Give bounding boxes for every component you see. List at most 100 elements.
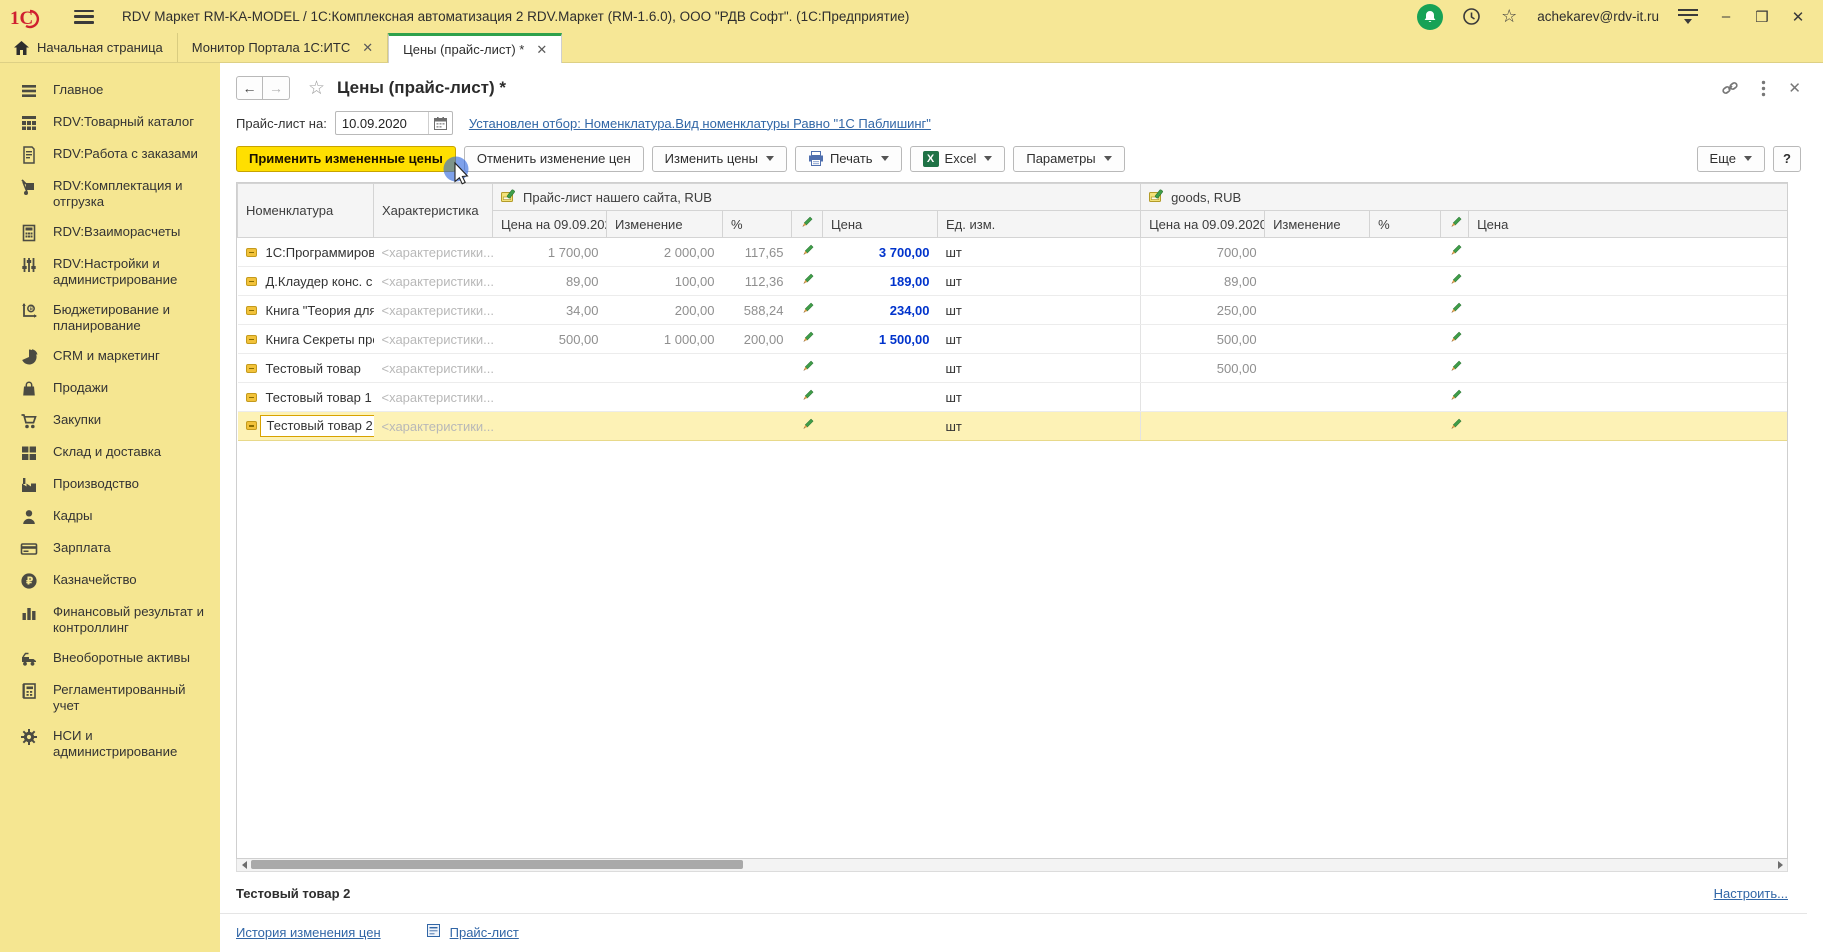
pencil-icon[interactable] <box>801 273 814 286</box>
table-row[interactable]: Книга Секреты проф...<характеристики...5… <box>238 325 1789 354</box>
cell-goods-price[interactable] <box>1469 238 1788 267</box>
help-button[interactable]: ? <box>1773 146 1801 172</box>
cell-site-price[interactable] <box>823 412 938 441</box>
cell-goods-old-price[interactable]: 700,00 <box>1141 238 1265 267</box>
cell-unit[interactable]: шт <box>938 296 1141 325</box>
cell-goods-price[interactable] <box>1469 325 1788 354</box>
pencil-icon[interactable] <box>800 216 813 229</box>
cell-site-price[interactable]: 234,00 <box>823 296 938 325</box>
col-header-price-goods[interactable]: Цена <box>1469 211 1788 238</box>
cell-nomenclature[interactable]: Тестовый товар <box>238 354 374 383</box>
cell-site-price[interactable]: 3 700,00 <box>823 238 938 267</box>
cell-characteristic[interactable]: <характеристики... <box>374 296 493 325</box>
change-prices-button[interactable]: Изменить цены <box>652 146 787 172</box>
col-header-price-old-site[interactable]: Цена на 09.09.2020 <box>493 211 607 238</box>
cell-goods-old-price[interactable] <box>1141 383 1265 412</box>
maximize-button[interactable]: ❒ <box>1753 8 1771 26</box>
cell-nomenclature[interactable]: Тестовый товар 2 <box>238 412 374 441</box>
form-close-icon[interactable]: ✕ <box>1788 79 1801 97</box>
tab-home[interactable]: Начальная страница <box>0 33 178 62</box>
pencil-icon[interactable] <box>801 244 814 257</box>
cell-goods-change[interactable] <box>1265 238 1370 267</box>
cell-site-old-price[interactable]: 500,00 <box>493 325 607 354</box>
cell-goods-price[interactable] <box>1469 354 1788 383</box>
group-header-site[interactable]: Прайс-лист нашего сайта, RUB <box>493 184 1141 211</box>
cell-goods-old-price[interactable]: 250,00 <box>1141 296 1265 325</box>
cell-characteristic[interactable]: <характеристики... <box>374 325 493 354</box>
pencil-icon[interactable] <box>1449 360 1462 373</box>
cell-unit[interactable]: шт <box>938 354 1141 383</box>
sidebar-item-treasury[interactable]: ₽Казначейство <box>0 565 220 597</box>
price-history-link[interactable]: История изменения цен <box>236 925 381 940</box>
service-menu-icon[interactable] <box>1677 9 1699 24</box>
cell-goods-change[interactable] <box>1265 383 1370 412</box>
cell-site-change[interactable]: 100,00 <box>607 267 723 296</box>
history-icon[interactable] <box>1461 7 1481 27</box>
sidebar-item-production[interactable]: Производство <box>0 469 220 501</box>
main-menu-icon[interactable] <box>74 10 94 24</box>
cell-goods-pct[interactable] <box>1370 296 1441 325</box>
cell-nomenclature[interactable]: Книга "Теория для п... <box>238 296 374 325</box>
cell-goods-edit[interactable] <box>1441 238 1469 267</box>
col-header-price-site[interactable]: Цена <box>823 211 938 238</box>
sidebar-item-purchases[interactable]: Закупки <box>0 405 220 437</box>
cell-nomenclature[interactable]: Книга Секреты проф... <box>238 325 374 354</box>
cell-goods-price[interactable] <box>1469 296 1788 325</box>
sidebar-item-crm[interactable]: CRM и маркетинг <box>0 341 220 373</box>
col-header-pct-goods[interactable]: % <box>1370 211 1441 238</box>
cell-unit[interactable]: шт <box>938 267 1141 296</box>
date-input[interactable] <box>336 116 428 131</box>
cell-characteristic[interactable]: <характеристики... <box>374 238 493 267</box>
cell-site-old-price[interactable]: 1 700,00 <box>493 238 607 267</box>
tab-close-icon[interactable]: ✕ <box>362 40 373 56</box>
cell-nomenclature[interactable]: Тестовый товар 1 <box>238 383 374 412</box>
apply-prices-button[interactable]: Применить измененные цены <box>236 146 456 172</box>
sidebar-item-nsi[interactable]: НСИ и администрирование <box>0 721 220 767</box>
table-row[interactable]: 1С:Программирован...<характеристики...1 … <box>238 238 1789 267</box>
cell-goods-pct[interactable] <box>1370 383 1441 412</box>
cancel-price-change-button[interactable]: Отменить изменение цен <box>464 146 644 172</box>
sidebar-item-hr[interactable]: Кадры <box>0 501 220 533</box>
pencil-icon[interactable] <box>1449 302 1462 315</box>
sidebar-item-main[interactable]: Главное <box>0 75 220 107</box>
nav-forward-button[interactable]: → <box>263 76 290 100</box>
cell-site-change[interactable]: 2 000,00 <box>607 238 723 267</box>
cell-site-change[interactable] <box>607 354 723 383</box>
cell-unit[interactable]: шт <box>938 412 1141 441</box>
notifications-icon[interactable] <box>1417 4 1443 30</box>
cell-site-old-price[interactable]: 89,00 <box>493 267 607 296</box>
sidebar-item-assets[interactable]: Внеоборотные активы <box>0 643 220 675</box>
sidebar-item-finance[interactable]: Финансовый результат и контроллинг <box>0 597 220 643</box>
window-close-button[interactable]: ✕ <box>1789 8 1807 26</box>
cell-unit[interactable]: шт <box>938 383 1141 412</box>
cell-goods-change[interactable] <box>1265 325 1370 354</box>
pencil-icon[interactable] <box>1449 273 1462 286</box>
cell-goods-pct[interactable] <box>1370 354 1441 383</box>
cell-goods-change[interactable] <box>1265 354 1370 383</box>
cell-site-price[interactable] <box>823 354 938 383</box>
cell-goods-edit[interactable] <box>1441 354 1469 383</box>
sidebar-item-sales[interactable]: Продажи <box>0 373 220 405</box>
cell-unit[interactable]: шт <box>938 238 1141 267</box>
cell-site-change[interactable]: 200,00 <box>607 296 723 325</box>
cell-goods-pct[interactable] <box>1370 267 1441 296</box>
tab-close-icon[interactable]: ✕ <box>536 42 547 58</box>
table-row[interactable]: Книга "Теория для п...<характеристики...… <box>238 296 1789 325</box>
cell-site-edit[interactable] <box>792 296 823 325</box>
favorites-icon[interactable]: ☆ <box>1499 7 1519 27</box>
tab-monitor-portal[interactable]: Монитор Портала 1С:ИТС ✕ <box>178 33 388 62</box>
col-header-price-old-goods[interactable]: Цена на 09.09.2020 <box>1141 211 1265 238</box>
sidebar-item-budgeting[interactable]: ₽Бюджетирование и планирование <box>0 295 220 341</box>
col-header-change-site[interactable]: Изменение <box>607 211 723 238</box>
parameters-button[interactable]: Параметры <box>1013 146 1124 172</box>
cell-site-price[interactable] <box>823 383 938 412</box>
sidebar-item-rdv-settlements[interactable]: RDV:Взаиморасчеты <box>0 217 220 249</box>
table-row[interactable]: Тестовый товар<характеристики...шт500,00 <box>238 354 1789 383</box>
sidebar-item-rdv-orders[interactable]: RDV:Работа с заказами <box>0 139 220 171</box>
sidebar-item-rdv-admin[interactable]: RDV:Настройки и администрирование <box>0 249 220 295</box>
sidebar-item-regulated[interactable]: Регламентированный учет <box>0 675 220 721</box>
cell-goods-edit[interactable] <box>1441 267 1469 296</box>
cell-site-edit[interactable] <box>792 325 823 354</box>
scroll-right-arrow[interactable] <box>1773 859 1787 871</box>
cell-site-old-price[interactable] <box>493 412 607 441</box>
